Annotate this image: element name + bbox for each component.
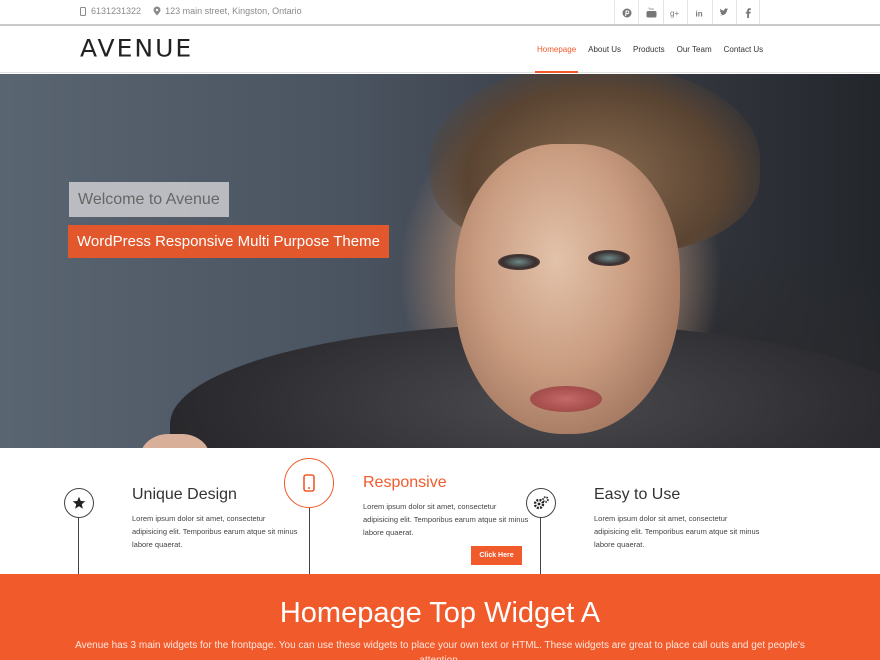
hero-photo-eye: [498, 254, 540, 270]
gears-icon: [526, 488, 556, 518]
location-pin-icon: [152, 6, 162, 16]
star-icon: [64, 488, 94, 518]
twitter-icon[interactable]: [711, 0, 736, 25]
facebook-icon[interactable]: [735, 0, 761, 25]
feature-title: Unique Design: [132, 486, 237, 503]
feature-text: Lorem ipsum dolor sit amet, consectetur …: [594, 514, 760, 549]
hero-banner: [0, 74, 880, 448]
top-widget-a: Homepage Top Widget A Avenue has 3 main …: [0, 574, 880, 660]
pinterest-icon[interactable]: [614, 0, 638, 25]
main-nav: Homepage About Us Products Our Team Cont…: [531, 26, 769, 73]
phone-icon: [78, 6, 88, 16]
widget-title: Homepage Top Widget A: [279, 597, 601, 629]
social-links: You g+ in: [614, 0, 761, 25]
click-here-button[interactable]: Click Here: [471, 546, 522, 565]
feature-title: Responsive: [363, 474, 447, 491]
googleplus-icon[interactable]: g+: [662, 0, 687, 25]
svg-text:in: in: [695, 9, 702, 18]
nav-item-homepage[interactable]: Homepage: [531, 26, 582, 73]
nav-item-about-us[interactable]: About Us: [582, 26, 627, 73]
hero-photo-eye: [588, 250, 630, 266]
nav-item-our-team[interactable]: Our Team: [671, 26, 718, 73]
feature-text: Lorem ipsum dolor sit amet, consectetur …: [363, 502, 529, 537]
nav-item-products[interactable]: Products: [627, 26, 671, 73]
top-bar: 6131231322 123 main street, Kingston, On…: [0, 0, 880, 25]
site-logo[interactable]: AVENUE: [80, 35, 193, 63]
site-header: AVENUE Homepage About Us Products Our Te…: [0, 26, 880, 73]
linkedin-icon[interactable]: in: [687, 0, 711, 25]
widget-text: Avenue has 3 main widgets for the frontp…: [75, 640, 805, 660]
contact-info: 6131231322 123 main street, Kingston, On…: [78, 6, 302, 16]
hero-photo-lips: [530, 386, 602, 412]
feature-title: Easy to Use: [594, 486, 681, 503]
youtube-icon[interactable]: You: [638, 0, 662, 25]
address: 123 main street, Kingston, Ontario: [165, 6, 302, 16]
hero-title: Welcome to Avenue: [69, 182, 229, 217]
feature-connector-line: [540, 516, 541, 574]
feature-connector-line: [78, 516, 79, 574]
mobile-icon: [284, 458, 334, 508]
phone-number: 6131231322: [91, 6, 142, 16]
svg-text:You: You: [648, 7, 654, 11]
feature-text: Lorem ipsum dolor sit amet, consectetur …: [132, 514, 298, 549]
svg-text:g+: g+: [670, 9, 679, 18]
nav-item-contact-us[interactable]: Contact Us: [718, 26, 770, 73]
hero-subtitle: WordPress Responsive Multi Purpose Theme: [68, 225, 389, 258]
feature-connector-line: [309, 508, 310, 574]
